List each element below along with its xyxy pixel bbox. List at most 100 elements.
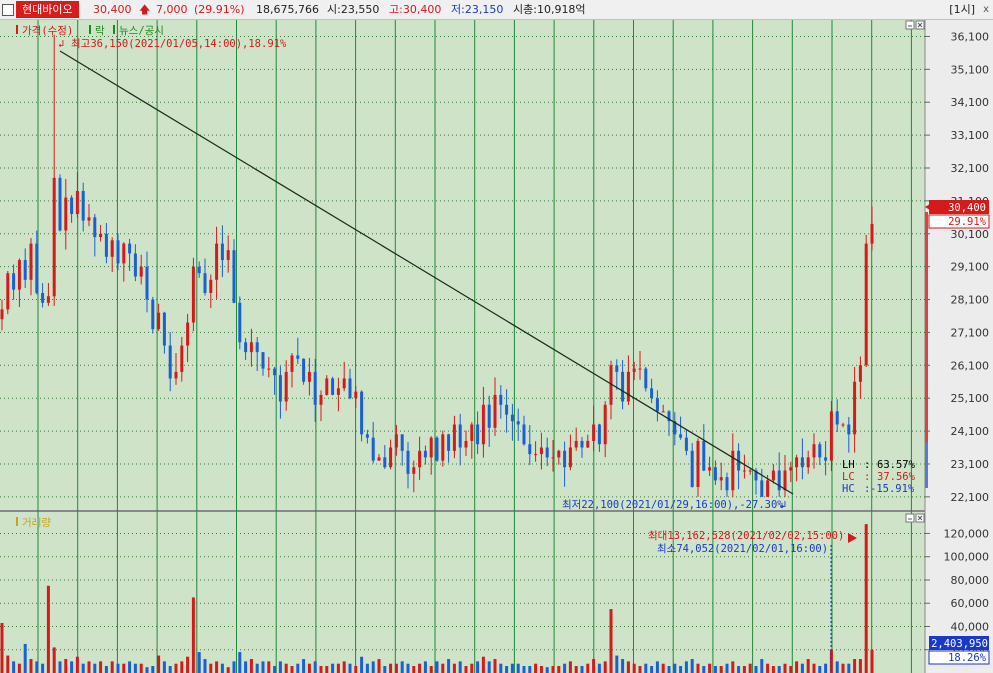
candle-body <box>806 457 810 468</box>
volume-bar <box>684 661 688 673</box>
volume-bar <box>273 666 277 673</box>
close-icon[interactable]: x <box>983 0 989 19</box>
candle-body <box>209 279 213 293</box>
volume-bar <box>215 661 219 673</box>
volume-bar <box>232 661 236 673</box>
candle-body <box>853 381 857 435</box>
volume-bar <box>307 663 311 673</box>
candle-body <box>777 470 781 491</box>
volume-bar <box>296 663 300 673</box>
candle-body <box>586 440 590 448</box>
volume-bar <box>719 666 723 673</box>
candle-body <box>644 368 648 389</box>
candle-body <box>510 414 514 422</box>
candle-body <box>93 217 97 238</box>
candle-body <box>406 450 410 474</box>
volume-bar <box>186 656 190 673</box>
volume-bar <box>493 659 497 673</box>
volume-bar <box>650 666 654 673</box>
low-annotation: 최저22,100(2021/01/29,16:00),-27.30% <box>562 499 784 511</box>
volume-bar <box>220 663 224 673</box>
stock-chart[interactable]: 36,10035,10034,10033,10032,10031,10030,1… <box>0 20 993 673</box>
volume-bar <box>174 663 178 673</box>
candle-body <box>215 243 219 280</box>
volume-bar <box>435 661 439 673</box>
candle-body <box>133 253 137 277</box>
candle-body <box>464 440 468 448</box>
price-change: 7,000 <box>156 3 188 16</box>
y-tick-label: 36,100 <box>951 30 990 43</box>
candle-body <box>493 394 497 428</box>
select-checkbox[interactable] <box>2 4 14 16</box>
candle-body <box>418 450 422 468</box>
candle-body <box>800 457 804 468</box>
volume-bar <box>342 661 346 673</box>
volume-bar <box>737 666 741 673</box>
candle-body <box>296 355 300 359</box>
candle-body <box>789 467 793 471</box>
candle-body <box>545 447 549 458</box>
title-bar: 현대바이오 30,400 🡅 7,000 (29.91%) 18,675,766… <box>0 0 993 20</box>
volume-bar <box>29 659 33 673</box>
legend-price[interactable]: 가격(수정) <box>22 24 73 37</box>
volume-bar <box>510 663 514 673</box>
volume-bar <box>162 661 166 673</box>
candle-body <box>470 424 474 441</box>
candle-body <box>110 240 114 257</box>
candle-body <box>708 467 712 471</box>
current-volume-pct-badge-text: 18.26% <box>948 652 987 664</box>
volume-bar <box>348 663 352 673</box>
volume-bar <box>841 663 845 673</box>
candle-body <box>145 266 149 300</box>
candle-body <box>232 250 236 303</box>
candle-body <box>87 217 91 221</box>
volume-bar <box>6 655 10 673</box>
candle-body <box>203 273 207 293</box>
volume-bar <box>824 663 828 673</box>
volume-bar <box>771 666 775 673</box>
candle-body <box>835 411 839 425</box>
candle-body <box>284 371 288 402</box>
volume-bar <box>835 661 839 673</box>
candle-body <box>290 355 294 372</box>
candle-body <box>12 273 16 290</box>
period-selector[interactable]: [1시] <box>949 0 975 19</box>
volume-bar <box>406 663 410 673</box>
volume-bar <box>331 663 335 673</box>
volume-bar <box>394 663 398 673</box>
legend-rak[interactable]: 락 <box>95 25 105 37</box>
volume-bar <box>644 663 648 673</box>
volume-bar <box>87 661 91 673</box>
volume-bar <box>655 661 659 673</box>
stock-name[interactable]: 현대바이오 <box>16 1 79 18</box>
volume-bar <box>812 663 816 673</box>
candle-body <box>41 292 45 303</box>
candle-body <box>64 197 68 231</box>
volume-bar <box>383 666 387 673</box>
y-tick-label: 32,100 <box>951 162 990 175</box>
volume-bar <box>789 666 793 673</box>
volume-bar <box>168 666 172 673</box>
volume-bar <box>139 663 143 673</box>
volume-bar <box>597 663 601 673</box>
y-tick-label: 30,100 <box>951 228 990 241</box>
volume-min-annotation: 최소74,052(2021/02/01,16:00) <box>657 543 828 555</box>
volume-bar <box>371 661 375 673</box>
candle-body <box>220 243 224 261</box>
candle-body <box>302 358 306 382</box>
candle-body <box>621 371 625 402</box>
legend-news[interactable]: 뉴스/공시 <box>119 25 164 37</box>
candle-body <box>858 365 862 382</box>
candle-body <box>70 197 74 215</box>
volume-bar <box>423 661 427 673</box>
range-bar <box>925 212 928 442</box>
y-tick-label: 27,100 <box>951 326 990 339</box>
volume-bar <box>302 659 306 673</box>
candle-body <box>116 240 120 264</box>
candle-body <box>847 424 851 435</box>
volume-y-tick-label: 60,000 <box>951 597 990 610</box>
volume-bar <box>64 659 68 673</box>
volume-bar <box>818 666 822 673</box>
legend-volume[interactable]: 거래량 <box>22 517 51 529</box>
volume-bar <box>267 661 271 673</box>
